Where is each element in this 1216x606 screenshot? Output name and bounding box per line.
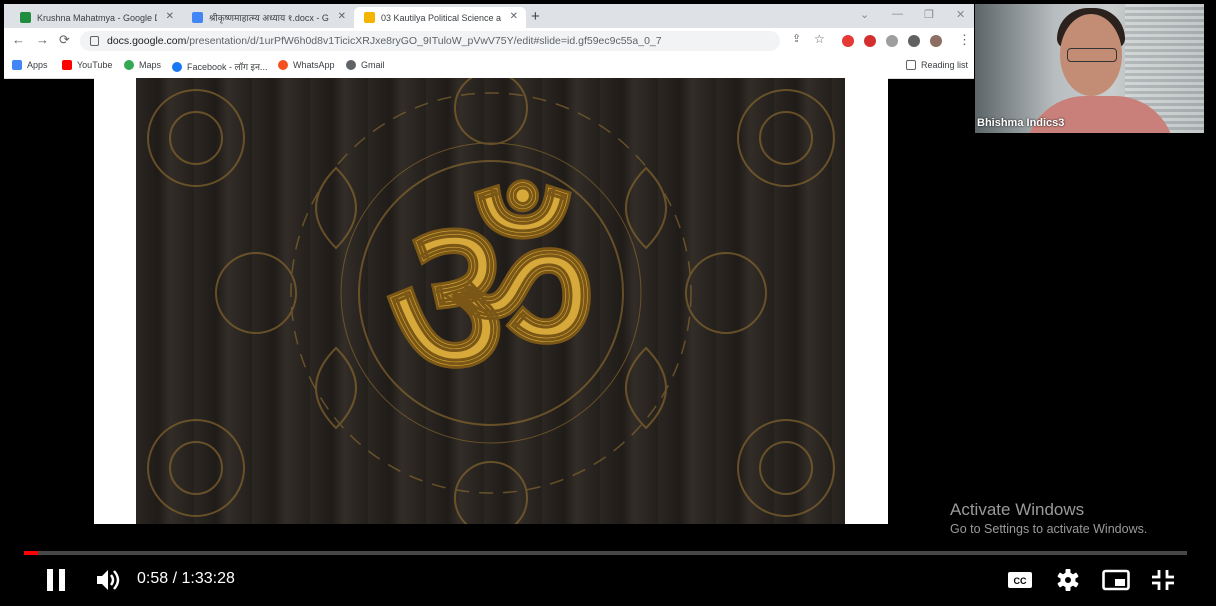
- gmail-icon: [346, 60, 356, 70]
- settings-icon: [1057, 569, 1079, 591]
- bookmark-gmail[interactable]: Gmail: [346, 60, 385, 70]
- bookmarks-bar: Apps YouTube Maps Facebook - लॉग इन... W…: [4, 54, 974, 79]
- exit-fullscreen-button[interactable]: [1150, 568, 1176, 592]
- slides-icon: [364, 12, 375, 23]
- webcam-overlay: Bhishma Indics3: [975, 4, 1204, 133]
- miniplayer-icon: [1102, 569, 1130, 591]
- bookmark-star-icon[interactable]: ☆: [814, 32, 825, 46]
- close-icon[interactable]: ✕: [338, 11, 346, 22]
- reading-list-button[interactable]: Reading list: [906, 60, 968, 70]
- glasses: [1067, 48, 1117, 62]
- tab-search-icon[interactable]: ⌄: [860, 8, 869, 21]
- time-display: 0:58 / 1:33:28: [137, 570, 235, 587]
- bookmark-label: YouTube: [77, 60, 113, 70]
- new-tab-button[interactable]: +: [531, 8, 540, 25]
- browser-toolbar: ← → ⟳ docs.google.com/presentation/d/1ur…: [4, 28, 974, 54]
- mute-button[interactable]: [95, 568, 121, 592]
- minimize-icon[interactable]: —: [892, 8, 903, 20]
- forward-icon[interactable]: →: [36, 32, 49, 47]
- miniplayer-button[interactable]: [1102, 568, 1130, 592]
- facebook-icon: [172, 61, 182, 72]
- url-path: /presentation/d/1urPfW6h0d8v1TicicXRJxe8…: [186, 35, 662, 47]
- opera-extension-icon[interactable]: [864, 35, 876, 47]
- cc-icon: CC: [1008, 572, 1032, 588]
- bookmark-label: Apps: [27, 60, 48, 70]
- tab-title: श्रीकृष्णमाहात्म्य अध्याय १.docx - Go: [209, 13, 329, 23]
- maps-pin-icon: [124, 60, 134, 70]
- close-icon[interactable]: ✕: [166, 11, 174, 22]
- close-icon[interactable]: ✕: [510, 11, 518, 22]
- svg-text:CC: CC: [1014, 576, 1027, 586]
- bookmark-apps[interactable]: Apps: [12, 60, 48, 70]
- whatsapp-icon: [278, 60, 288, 70]
- bookmark-label: Gmail: [361, 60, 385, 70]
- player-controls: 0:58 / 1:33:28 CC: [0, 560, 1216, 600]
- share-icon[interactable]: ⇪: [792, 32, 801, 45]
- browser-window: Krushna Mahatmya - Google Dri ✕ श्रीकृष्…: [4, 4, 974, 79]
- bookmark-label: Maps: [139, 60, 162, 70]
- progress-bar[interactable]: [24, 551, 1187, 555]
- address-bar[interactable]: docs.google.com/presentation/d/1urPfW6h0…: [80, 31, 780, 51]
- menu-icon[interactable]: ⋮: [958, 32, 971, 48]
- slide-image: ॐ: [136, 78, 845, 524]
- ornament-pattern: ॐ: [147, 78, 835, 524]
- exit-fullscreen-icon: [1152, 570, 1174, 590]
- participant-name: Bhishma Indics3: [977, 117, 1065, 129]
- reload-icon[interactable]: ⟳: [59, 32, 70, 48]
- apps-grid-icon: [12, 60, 22, 70]
- tab-strip: Krushna Mahatmya - Google Dri ✕ श्रीकृष्…: [4, 4, 974, 28]
- profile-avatar[interactable]: [930, 35, 942, 47]
- bookmark-youtube[interactable]: YouTube: [62, 60, 112, 70]
- tab-title: Krushna Mahatmya - Google Dri: [37, 12, 157, 23]
- bookmark-facebook[interactable]: Facebook - लॉग इन...: [172, 60, 267, 73]
- watermark-subtitle: Go to Settings to activate Windows.: [950, 522, 1148, 536]
- back-icon[interactable]: ←: [12, 32, 25, 47]
- settings-button[interactable]: [1055, 568, 1081, 592]
- tab-docx[interactable]: श्रीकृष्णमाहात्म्य अध्याय १.docx - Go ✕: [182, 7, 354, 28]
- docs-icon: [192, 12, 203, 23]
- bookmark-label: WhatsApp: [293, 60, 335, 70]
- tab-krushna[interactable]: Krushna Mahatmya - Google Dri ✕: [10, 7, 182, 28]
- pause-icon: [47, 569, 53, 591]
- video-player[interactable]: Krushna Mahatmya - Google Dri ✕ श्रीकृष्…: [0, 0, 1216, 606]
- activate-windows-watermark: Activate Windows Go to Settings to activ…: [950, 500, 1147, 536]
- tab-title: 03 Kautilya Political Science and: [381, 12, 501, 23]
- drive-icon: [20, 12, 31, 23]
- om-symbol: ॐ: [386, 166, 596, 433]
- close-window-icon[interactable]: ✕: [956, 8, 965, 21]
- lock-icon: [90, 36, 99, 46]
- puzzle-icon[interactable]: [908, 35, 920, 47]
- reading-list-label: Reading list: [921, 60, 969, 70]
- progress-played: [24, 551, 38, 555]
- restore-icon[interactable]: ❐: [924, 8, 934, 21]
- extension-icon[interactable]: [886, 35, 898, 47]
- captions-button[interactable]: CC: [1007, 568, 1033, 592]
- reading-list-icon: [906, 60, 916, 70]
- bookmark-whatsapp[interactable]: WhatsApp: [278, 60, 335, 70]
- pause-button[interactable]: [45, 569, 67, 593]
- adblock-extension-icon[interactable]: [842, 35, 854, 47]
- volume-icon: [97, 570, 120, 590]
- url-host: docs.google.com: [107, 35, 187, 47]
- youtube-icon: [62, 60, 72, 70]
- watermark-title: Activate Windows: [950, 500, 1085, 519]
- bookmark-label: Facebook - लॉग इन...: [187, 62, 268, 72]
- bookmark-maps[interactable]: Maps: [124, 60, 161, 70]
- tab-slides[interactable]: 03 Kautilya Political Science and ✕: [354, 7, 526, 28]
